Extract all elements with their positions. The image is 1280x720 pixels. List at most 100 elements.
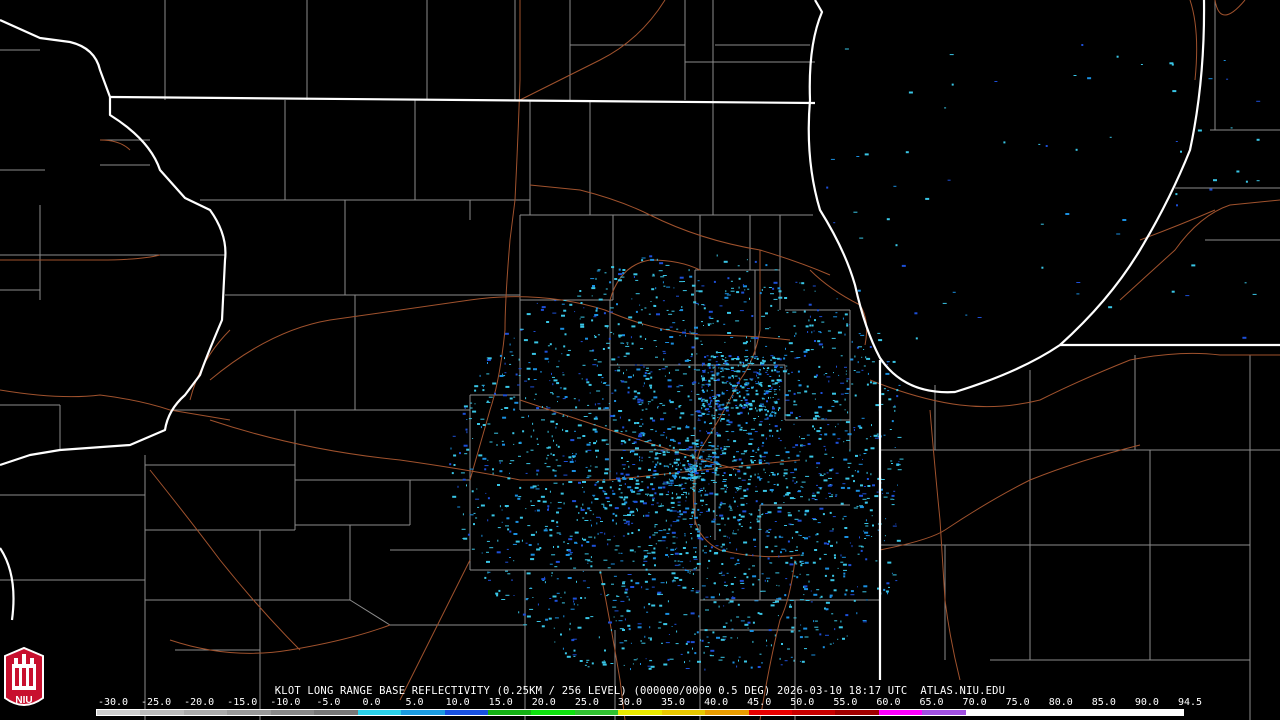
radar-echo [856, 612, 858, 615]
radar-echo [710, 463, 715, 465]
radar-echo [886, 218, 890, 221]
colorbar-segment [314, 710, 358, 715]
radar-echo [587, 449, 592, 451]
radar-echo [797, 510, 800, 512]
radar-echo [827, 330, 831, 332]
radar-echo [619, 484, 622, 486]
radar-echo [705, 383, 709, 385]
radar-echo [729, 509, 733, 511]
radar-echo [853, 427, 856, 429]
radar-echo [643, 514, 645, 517]
radar-echo [768, 287, 772, 288]
radar-echo [721, 574, 723, 576]
radar-echo [823, 445, 826, 447]
colorbar-segment [1052, 710, 1097, 715]
radar-echo [526, 313, 531, 316]
radar-echo [691, 346, 695, 349]
radar-echo [892, 406, 896, 408]
radar-echo [692, 556, 697, 559]
radar-echo [546, 457, 548, 460]
colorbar-tick-label: 90.0 [1134, 697, 1159, 708]
radar-echo [665, 264, 670, 266]
radar-echo [870, 381, 872, 384]
radar-echo [651, 551, 656, 554]
radar-echo [799, 380, 800, 381]
radar-echo [780, 551, 782, 554]
radar-echo [893, 499, 895, 500]
radar-echo [641, 481, 644, 483]
radar-echo [498, 460, 503, 462]
radar-echo [882, 492, 884, 494]
radar-echo [1171, 63, 1174, 66]
radar-echo [590, 556, 592, 559]
radar-echo [848, 324, 850, 326]
radar-echo [603, 660, 605, 662]
radar-echo [588, 469, 592, 472]
radar-echo [614, 429, 619, 432]
radar-echo [724, 368, 728, 370]
radar-echo [617, 279, 622, 282]
radar-echo [571, 458, 573, 461]
radar-echo [704, 552, 707, 554]
radar-echo [824, 433, 828, 436]
radar-echo [711, 445, 715, 448]
radar-echo [691, 508, 695, 510]
radar-echo [707, 363, 711, 365]
radar-echo [647, 665, 651, 667]
radar-echo [614, 610, 619, 612]
radar-echo [595, 482, 599, 484]
radar-echo [682, 567, 684, 569]
colorbar-segment [357, 710, 402, 715]
radar-echo [587, 404, 590, 406]
radar-echo [862, 620, 867, 621]
colorbar-segment [97, 710, 141, 715]
radar-echo [697, 537, 702, 540]
radar-echo [728, 414, 730, 416]
radar-echo [739, 391, 741, 393]
radar-echo [779, 366, 783, 368]
radar-echo [557, 445, 560, 448]
radar-echo [747, 382, 750, 385]
radar-echo [665, 519, 667, 522]
radar-echo [810, 590, 812, 592]
radar-echo [897, 436, 902, 438]
radar-echo [701, 504, 703, 506]
radar-echo [561, 602, 565, 604]
radar-echo [767, 385, 771, 387]
radar-echo [646, 476, 651, 479]
radar-echo [673, 439, 675, 442]
radar-echo [601, 377, 604, 379]
radar-echo [560, 327, 565, 330]
radar-echo [544, 581, 546, 584]
radar-echo [842, 637, 845, 640]
radar-echo [541, 306, 546, 309]
radar-echo [604, 468, 609, 471]
radar-echo [497, 484, 500, 486]
radar-echo [746, 406, 748, 408]
radar-echo [725, 585, 727, 587]
radar-echo [645, 514, 650, 517]
radar-echo [622, 581, 626, 583]
radar-echo [774, 412, 777, 415]
radar-echo [719, 593, 720, 596]
radar-echo [621, 503, 626, 506]
radar-echo [797, 392, 799, 394]
radar-echo [754, 546, 757, 547]
radar-echo [619, 642, 624, 644]
radar-echo [703, 421, 706, 424]
radar-echo [656, 502, 659, 504]
radar-echo [746, 390, 748, 392]
radar-echo [721, 517, 724, 520]
radar-echo [690, 469, 693, 471]
radar-echo [599, 532, 603, 534]
radar-echo [737, 470, 741, 473]
radar-echo [783, 472, 788, 475]
radar-echo [752, 583, 755, 586]
radar-echo [762, 489, 767, 492]
radar-echo [897, 469, 902, 471]
radar-echo [835, 426, 836, 428]
radar-echo [700, 340, 702, 342]
radar-echo [488, 396, 493, 398]
radar-echo [613, 575, 617, 577]
radar-echo [587, 507, 591, 510]
